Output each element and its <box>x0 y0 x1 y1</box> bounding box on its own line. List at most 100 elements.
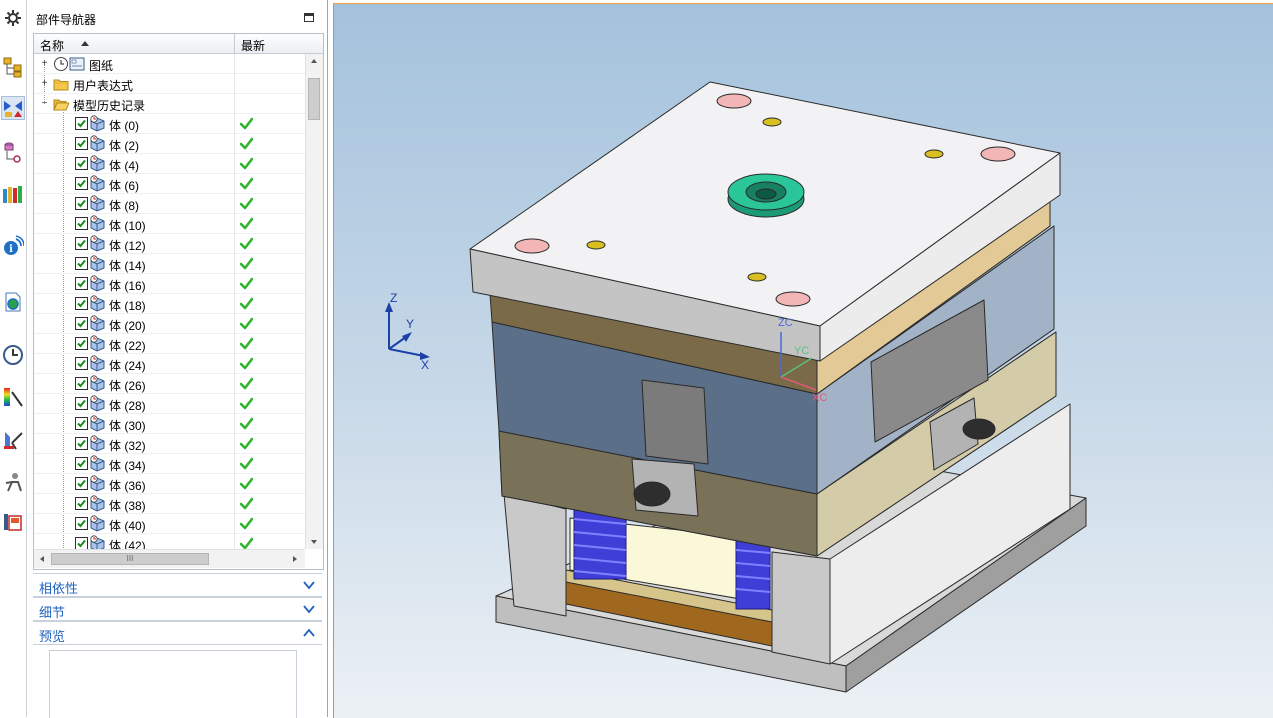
scroll-thumb[interactable] <box>308 78 320 120</box>
scroll-down-icon[interactable] <box>311 540 317 544</box>
tree-node-model-history[interactable]: − 模型历史记录 <box>34 94 305 114</box>
tree-node-body[interactable]: 体 (34) <box>34 454 305 474</box>
column-name[interactable]: 名称 <box>40 37 64 54</box>
axis-label-y: Y <box>406 317 414 331</box>
chevron-down-icon[interactable] <box>303 579 315 591</box>
body-feature-icon <box>89 495 106 512</box>
tree-label: 体 (26) <box>109 379 146 393</box>
body-feature-icon <box>89 475 106 492</box>
scroll-right-icon[interactable] <box>293 556 297 562</box>
visibility-checkbox[interactable] <box>75 397 88 410</box>
tree-node-body[interactable]: 体 (40) <box>34 514 305 534</box>
tree-node-body[interactable]: 体 (24) <box>34 354 305 374</box>
scroll-thumb[interactable]: III <box>51 553 209 565</box>
column-latest[interactable]: 最新 <box>241 37 265 54</box>
visibility-checkbox[interactable] <box>75 237 88 250</box>
tree-node-drawing[interactable]: + 图纸 <box>34 54 305 74</box>
tree-node-body[interactable]: 体 (26) <box>34 374 305 394</box>
constraint-navigator-icon[interactable] <box>1 96 25 120</box>
scroll-left-icon[interactable] <box>40 556 44 562</box>
visibility-checkbox[interactable] <box>75 437 88 450</box>
chevron-down-icon[interactable] <box>303 603 315 615</box>
tree-label: 体 (22) <box>109 339 146 353</box>
part-navigator-icon[interactable] <box>1 140 25 164</box>
web-browser-icon[interactable] <box>1 290 25 314</box>
tree-node-body[interactable]: 体 (36) <box>34 474 305 494</box>
history-icon[interactable] <box>1 343 25 367</box>
tree-node-body[interactable]: 体 (16) <box>34 274 305 294</box>
tree-label: 体 (18) <box>109 299 146 313</box>
graphics-window[interactable]: Z Y X ZC YC XC <box>333 3 1273 718</box>
visibility-checkbox[interactable] <box>75 337 88 350</box>
tree-label: 体 (36) <box>109 479 146 493</box>
collapse-icon[interactable]: − <box>41 99 48 109</box>
visibility-checkbox[interactable] <box>75 177 88 190</box>
visibility-checkbox[interactable] <box>75 477 88 490</box>
body-feature-icon <box>89 415 106 432</box>
visibility-checkbox[interactable] <box>75 497 88 510</box>
up-to-date-check-icon <box>239 117 254 130</box>
tree-node-body[interactable]: 体 (6) <box>34 174 305 194</box>
tree-node-body[interactable]: 体 (0) <box>34 114 305 134</box>
visibility-checkbox[interactable] <box>75 457 88 470</box>
manufacturing-wizard-icon[interactable] <box>1 510 25 534</box>
up-to-date-check-icon <box>239 397 254 410</box>
visibility-checkbox[interactable] <box>75 297 88 310</box>
tree-node-body[interactable]: 体 (20) <box>34 314 305 334</box>
visibility-checkbox[interactable] <box>75 377 88 390</box>
tree-node-body[interactable]: 体 (12) <box>34 234 305 254</box>
tree-node-body[interactable]: 体 (10) <box>34 214 305 234</box>
tree-label: 体 (32) <box>109 439 146 453</box>
tree-rows: + 图纸 + 用户表达式 − 模型历史记录 体 (0) 体 (2) 体 (4) 体 (… <box>34 54 305 569</box>
system-materials-icon[interactable] <box>1 385 25 409</box>
visibility-checkbox[interactable] <box>75 117 88 130</box>
column-divider[interactable] <box>234 34 235 53</box>
assembly-navigator-icon[interactable] <box>1 55 25 79</box>
visibility-checkbox[interactable] <box>75 417 88 430</box>
settings-icon[interactable] <box>1 6 25 30</box>
visibility-checkbox[interactable] <box>75 157 88 170</box>
maximize-icon[interactable] <box>304 13 314 22</box>
tree-label: 体 (28) <box>109 399 146 413</box>
column-header: 名称 最新 <box>34 34 323 54</box>
tree-node-body[interactable]: 体 (4) <box>34 154 305 174</box>
expand-icon[interactable]: + <box>41 59 48 69</box>
up-to-date-check-icon <box>239 157 254 170</box>
visibility-checkbox[interactable] <box>75 137 88 150</box>
visibility-checkbox[interactable] <box>75 257 88 270</box>
tree-node-body[interactable]: 体 (38) <box>34 494 305 514</box>
visibility-checkbox[interactable] <box>75 357 88 370</box>
visibility-checkbox[interactable] <box>75 317 88 330</box>
tree-node-body[interactable]: 体 (18) <box>34 294 305 314</box>
section-details[interactable]: 细节 <box>33 597 322 621</box>
wcs-label-yc: YC <box>794 345 809 357</box>
tree-node-user-expressions[interactable]: + 用户表达式 <box>34 74 305 94</box>
tree-node-body[interactable]: 体 (22) <box>34 334 305 354</box>
scroll-up-icon[interactable] <box>311 59 317 63</box>
tree-node-body[interactable]: 体 (8) <box>34 194 305 214</box>
tree-label: 体 (8) <box>109 199 140 213</box>
section-label: 预览 <box>39 629 66 644</box>
visibility-checkbox[interactable] <box>75 277 88 290</box>
horizontal-scrollbar[interactable]: III <box>34 549 305 568</box>
section-preview[interactable]: 预览 <box>33 621 322 645</box>
section-dependencies[interactable]: 相依性 <box>33 573 322 597</box>
tree-node-body[interactable]: 体 (2) <box>34 134 305 154</box>
tree-node-body[interactable]: 体 (28) <box>34 394 305 414</box>
visibility-checkbox[interactable] <box>75 517 88 530</box>
chevron-up-icon[interactable] <box>303 627 315 639</box>
expand-icon[interactable]: + <box>41 79 48 89</box>
up-to-date-check-icon <box>239 377 254 390</box>
roles-icon[interactable] <box>1 470 25 494</box>
visibility-checkbox[interactable] <box>75 197 88 210</box>
reuse-library-icon[interactable] <box>1 182 25 206</box>
visibility-checkbox[interactable] <box>75 217 88 230</box>
process-studio-icon[interactable] <box>1 428 25 452</box>
tree-label: 体 (16) <box>109 279 146 293</box>
tree-node-body[interactable]: 体 (14) <box>34 254 305 274</box>
hd3d-tools-icon[interactable]: i <box>1 234 25 258</box>
vertical-scrollbar[interactable] <box>305 54 323 549</box>
folder-icon <box>53 79 69 91</box>
tree-node-body[interactable]: 体 (32) <box>34 434 305 454</box>
tree-node-body[interactable]: 体 (30) <box>34 414 305 434</box>
